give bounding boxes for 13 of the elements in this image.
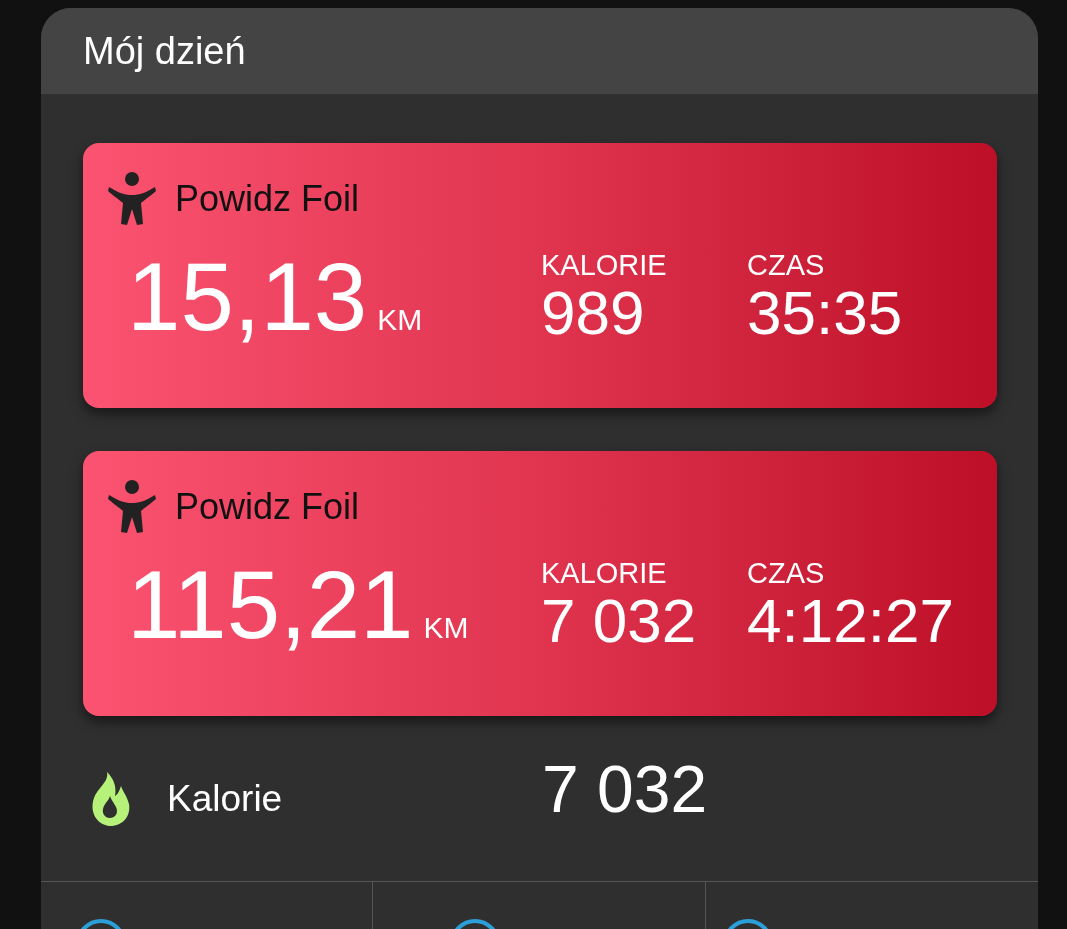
activity-card[interactable]: Powidz Foil 15,13 KM KALORIE 989 CZAS 35:35 bbox=[83, 143, 997, 408]
calories-label: Kalorie bbox=[167, 777, 284, 820]
distance-value: 15,13 bbox=[127, 249, 368, 345]
activity-name: Powidz Foil bbox=[175, 486, 360, 528]
person-icon bbox=[107, 171, 157, 227]
person-icon bbox=[107, 479, 157, 535]
distance-unit: KM bbox=[377, 303, 423, 337]
distance-unit: KM bbox=[423, 611, 469, 645]
activity-name: Powidz Foil bbox=[175, 178, 360, 220]
header-title: Mój dzień bbox=[83, 29, 246, 73]
activity-card[interactable]: Powidz Foil 115,21 KM KALORIE 7 032 CZAS 4:12:27 bbox=[83, 451, 997, 716]
calories-value: 7 032 bbox=[542, 750, 708, 827]
distance-value: 115,21 bbox=[127, 557, 414, 653]
